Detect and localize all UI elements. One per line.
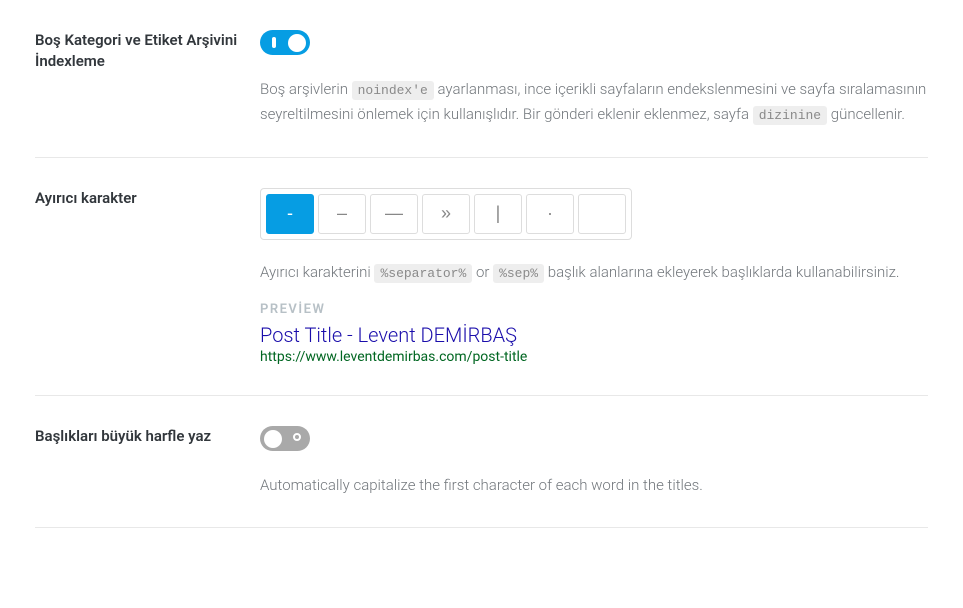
capitalize-description: Automatically capitalize the first chara… xyxy=(260,473,928,497)
separator-desc-part3: başlık alanlarına ekleyerek başlıklarda … xyxy=(544,263,899,281)
preview-title: Post Title - Levent DEMİRBAŞ xyxy=(260,323,928,347)
setting-row-capitalize: Başlıkları büyük harfle yaz Automaticall… xyxy=(35,426,928,528)
noindex-code2: dizinine xyxy=(753,106,827,125)
noindex-description: Boş arşivlerin noindex'e ayarlanması, in… xyxy=(260,77,928,127)
capitalize-content: Automatically capitalize the first chara… xyxy=(260,426,928,497)
separator-code2: %sep% xyxy=(493,264,544,283)
separator-content: - – — » | · Ayırıcı karakterini %separat… xyxy=(260,188,928,366)
separator-option-endash[interactable]: – xyxy=(318,194,366,234)
capitalize-label: Başlıkları büyük harfle yaz xyxy=(35,426,260,447)
toggle-knob-icon xyxy=(264,430,282,448)
noindex-code1: noindex'e xyxy=(352,81,434,100)
separator-desc-part2: or xyxy=(472,263,493,281)
separator-label: Ayırıcı karakter xyxy=(35,188,260,209)
noindex-desc-part3: güncellenir. xyxy=(827,105,905,123)
noindex-toggle[interactable] xyxy=(260,30,310,55)
separator-option-raquo[interactable]: » xyxy=(422,194,470,234)
setting-row-separator: Ayırıcı karakter - – — » | · Ayırıcı kar… xyxy=(35,188,928,397)
noindex-desc-part1: Boş arşivlerin xyxy=(260,80,352,98)
setting-row-noindex: Boş Kategori ve Etiket Arşivini İndexlem… xyxy=(35,30,928,158)
separator-description: Ayırıcı karakterini %separator% or %sep%… xyxy=(260,260,928,285)
preview-heading: PREVİEW xyxy=(260,302,928,317)
toggle-knob-icon xyxy=(288,34,306,52)
separator-option-middot[interactable]: · xyxy=(526,194,574,234)
separator-code1: %separator% xyxy=(374,264,472,283)
noindex-label: Boş Kategori ve Etiket Arşivini İndexlem… xyxy=(35,30,260,72)
separator-desc-part1: Ayırıcı karakterini xyxy=(260,263,374,281)
toggle-on-indicator-icon xyxy=(272,37,276,48)
separator-option-pipe[interactable]: | xyxy=(474,194,522,234)
toggle-off-indicator-icon xyxy=(293,433,301,441)
separator-option-empty[interactable] xyxy=(578,194,626,234)
capitalize-toggle[interactable] xyxy=(260,426,310,451)
separator-button-group: - – — » | · xyxy=(260,188,632,240)
separator-option-emdash[interactable]: — xyxy=(370,194,418,234)
separator-option-dash[interactable]: - xyxy=(266,194,314,234)
noindex-content: Boş arşivlerin noindex'e ayarlanması, in… xyxy=(260,30,928,127)
preview-url: https://www.leventdemirbas.com/post-titl… xyxy=(260,349,928,365)
